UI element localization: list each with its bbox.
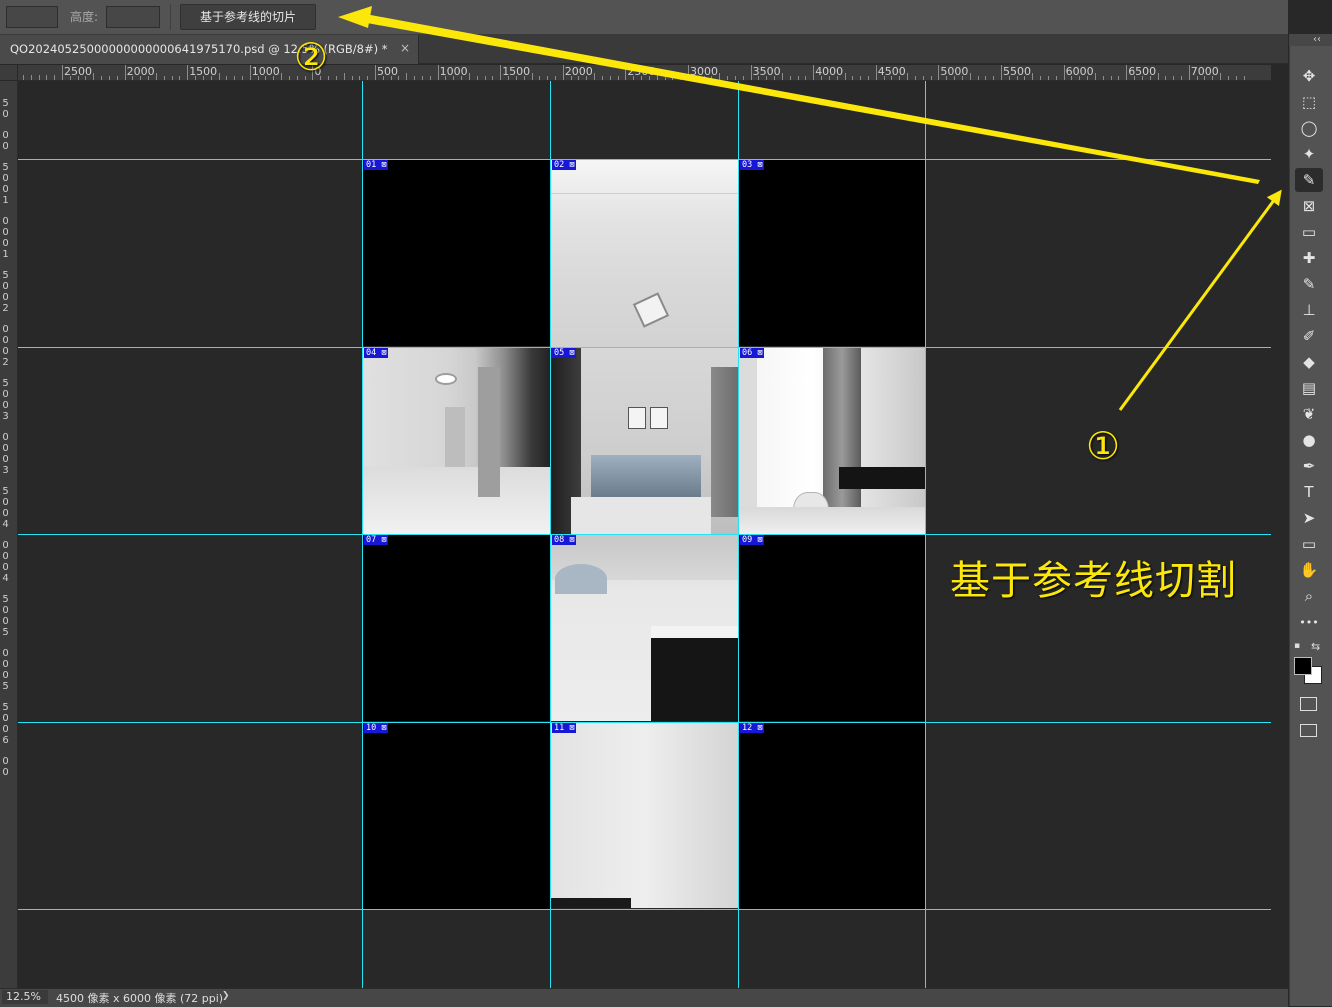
arrow-head-slice-button xyxy=(338,6,372,28)
annotation-caption: 基于参考线切割 xyxy=(950,558,1237,604)
arrow-to-slice-tool xyxy=(1118,189,1282,411)
annotation-marker-1: ① xyxy=(1086,424,1121,468)
annotation-arrows xyxy=(338,6,1282,411)
arrow-to-slice-button xyxy=(356,13,1260,184)
annotation-marker-2: ② xyxy=(294,35,329,79)
